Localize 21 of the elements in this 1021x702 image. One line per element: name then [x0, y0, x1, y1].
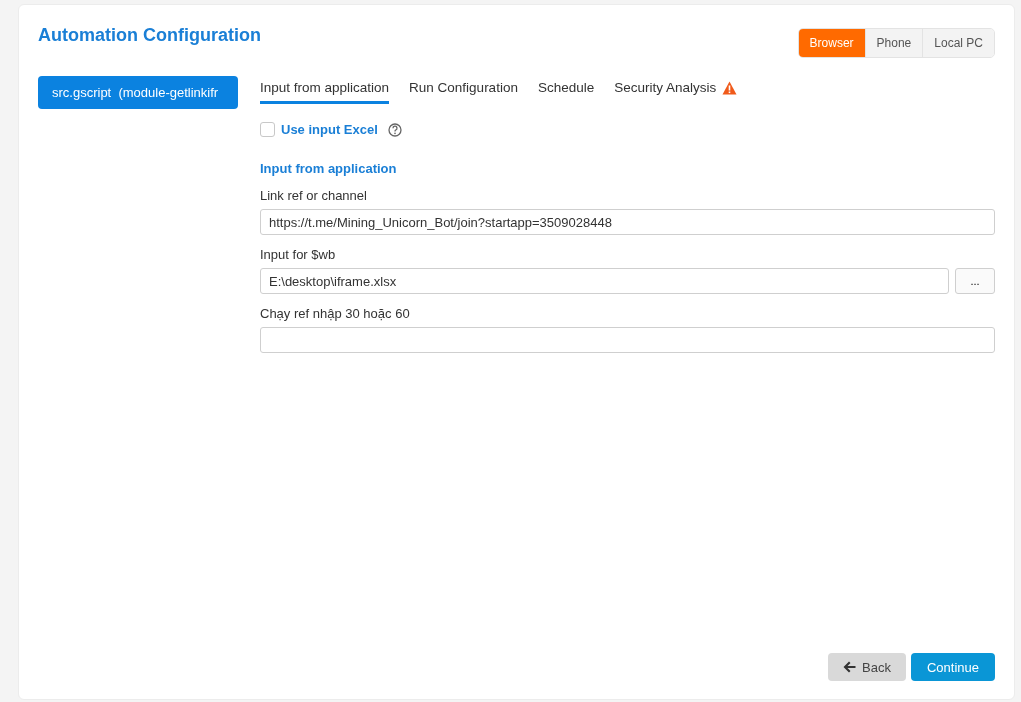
browse-button[interactable]: ...: [955, 268, 995, 294]
tab[interactable]: Schedule: [537, 76, 595, 104]
arrow-left-icon: [843, 661, 857, 673]
tab[interactable]: Input from application: [260, 76, 390, 104]
page-title: Automation Configuration: [38, 25, 261, 46]
tab[interactable]: Security Analysis: [614, 76, 738, 104]
checkbox-label: Use input Excel: [281, 122, 378, 137]
tab[interactable]: Run Configuration: [409, 76, 518, 104]
field-label: Input for $wb: [260, 247, 337, 262]
mode-tab[interactable]: Phone: [865, 29, 924, 57]
section-title: Input from application: [260, 161, 398, 176]
input-field[interactable]: https://t.me/Mining_Unicorn_Bot/join?startapp=3509028448: [260, 209, 995, 235]
input-field[interactable]: E:\desktop\iframe.xlsx: [260, 268, 949, 294]
help-icon[interactable]: [387, 122, 402, 137]
sidebar-item[interactable]: src.gscript (module-getlinkifr: [38, 76, 238, 109]
checkbox[interactable]: [260, 122, 275, 137]
input-field[interactable]: [260, 327, 995, 353]
mode-tab[interactable]: Local PC: [923, 29, 994, 57]
back-button[interactable]: Back: [828, 653, 906, 681]
field-label: Chạy ref nhập 30 hoặc 60: [260, 306, 411, 321]
field-label: Link ref or channel: [260, 188, 368, 203]
